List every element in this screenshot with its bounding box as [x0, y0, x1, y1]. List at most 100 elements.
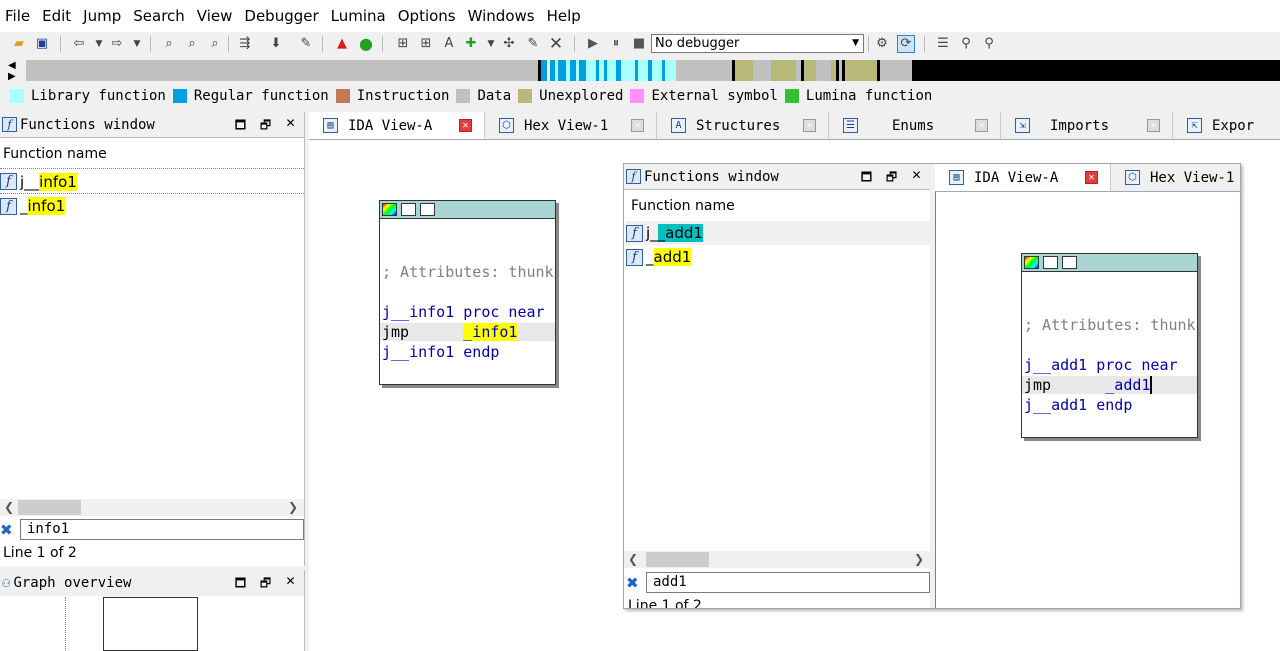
horizontal-scrollbar[interactable]: ❮ ❯	[0, 499, 304, 516]
scroll-right-icon[interactable]: ❯	[914, 551, 924, 568]
legend-swatch	[172, 89, 187, 103]
asm-line-current[interactable]: jmp _add1	[1022, 376, 1197, 394]
struct-icon[interactable]: ✣	[500, 35, 518, 53]
menu-help[interactable]: Help	[547, 7, 581, 25]
maximize-icon[interactable]: 🗖	[228, 574, 253, 595]
step-icon[interactable]: ⟳	[897, 35, 915, 53]
column-header-function-name[interactable]: Function name	[628, 198, 735, 214]
breakpoint-icon[interactable]: ⚲	[957, 35, 975, 53]
make-code-icon[interactable]: ⊞	[394, 35, 412, 53]
close-icon[interactable]: ✕	[904, 168, 929, 189]
close-icon[interactable]: ✕	[631, 119, 644, 132]
green-circle-icon[interactable]: ●	[357, 35, 375, 53]
menu-jump[interactable]: Jump	[83, 7, 121, 25]
legend-item: Data	[456, 88, 511, 104]
close-icon[interactable]: ✕	[459, 119, 472, 132]
delete-breakpoint-icon[interactable]: ⚲	[980, 35, 998, 53]
graph-overview-viewport[interactable]	[103, 597, 198, 651]
table-row[interactable]: f _ add1	[626, 245, 692, 269]
table-row[interactable]: f j__ info1	[0, 170, 304, 194]
tab-hex-view-1[interactable]: ⬡ Hex View-1	[1111, 164, 1240, 191]
group-icon[interactable]	[420, 203, 435, 216]
tab-enums[interactable]: ☰ Enums ✕	[829, 112, 1001, 139]
hex-view-icon: ⬡	[499, 118, 514, 133]
trace-icon[interactable]: ⚙	[873, 35, 891, 53]
group-icon[interactable]	[1062, 256, 1077, 269]
filter-input[interactable]: info1	[20, 519, 304, 540]
hex-view-icon: ⬡	[1125, 170, 1140, 185]
menu-windows[interactable]: Windows	[468, 7, 535, 25]
edit-node-icon[interactable]	[1043, 256, 1058, 269]
forward-dropdown-icon[interactable]: ▼	[128, 35, 146, 53]
jump-icon[interactable]: ⇶	[236, 35, 254, 53]
color-icon[interactable]	[382, 203, 397, 216]
back-icon[interactable]: ⇦	[70, 35, 88, 53]
pause-icon[interactable]: ⏸	[607, 35, 625, 53]
maximize-icon[interactable]: 🗖	[228, 116, 253, 137]
nav-left-icon[interactable]: ◀	[8, 60, 16, 71]
scroll-left-icon[interactable]: ❮	[4, 499, 14, 516]
tab-structures[interactable]: A Structures ✕	[657, 112, 829, 139]
close-icon[interactable]: ✕	[1085, 171, 1098, 184]
column-header-function-name[interactable]: Function name	[0, 146, 107, 162]
clear-filter-icon[interactable]: ✖	[0, 521, 13, 539]
debugger-select[interactable]: No debugger ▼	[651, 34, 864, 53]
back-dropdown-icon[interactable]: ▼	[90, 35, 108, 53]
list-icon[interactable]: ☰	[934, 35, 952, 53]
color-icon[interactable]	[1024, 256, 1039, 269]
table-row[interactable]: f _ info1	[0, 194, 66, 218]
close-icon[interactable]: ✕	[803, 119, 816, 132]
close-icon[interactable]: ✕	[278, 116, 303, 137]
filter-input[interactable]: add1	[646, 572, 930, 593]
tab-imports[interactable]: ⇲ Imports ✕	[1001, 112, 1173, 139]
tab-hex-view-1[interactable]: ⬡ Hex View-1 ✕	[485, 112, 657, 139]
binoculars-icon[interactable]: ⌕	[160, 35, 178, 53]
menu-edit[interactable]: Edit	[42, 7, 71, 25]
asm-line-current[interactable]: jmp _info1	[380, 323, 555, 341]
menu-options[interactable]: Options	[398, 7, 456, 25]
down-arrow-icon[interactable]: ⬇	[267, 35, 285, 53]
restore-icon[interactable]: 🗗	[879, 168, 904, 189]
menu-debugger[interactable]: Debugger	[244, 7, 318, 25]
forward-icon[interactable]: ⇨	[108, 35, 126, 53]
scroll-right-icon[interactable]: ❯	[288, 499, 298, 516]
edit-icon[interactable]: ✎	[524, 35, 542, 53]
maximize-icon[interactable]: 🗖	[854, 168, 879, 189]
graph-node[interactable]: ; Attributes: thunk j__info1 proc near j…	[379, 200, 556, 385]
close-icon[interactable]: ✕	[278, 574, 303, 595]
restore-icon[interactable]: 🗗	[253, 116, 278, 137]
clear-filter-icon[interactable]: ✖	[626, 574, 639, 592]
play-icon[interactable]: ▶	[584, 35, 602, 53]
add-icon[interactable]: ✚	[462, 35, 480, 53]
menu-lumina[interactable]: Lumina	[331, 7, 386, 25]
close-icon[interactable]: ✕	[975, 119, 988, 132]
search-text-icon[interactable]: ⌕	[183, 35, 201, 53]
search-binary-icon[interactable]: ⌕	[206, 35, 224, 53]
clear-icon[interactable]: ✎	[297, 35, 315, 53]
tab-ida-view-a[interactable]: ▤ IDA View-A ✕	[935, 164, 1111, 191]
nav-right-icon[interactable]: ▶	[8, 71, 16, 82]
table-row[interactable]: f j_ _add1	[626, 221, 930, 245]
add-dropdown-icon[interactable]: ▼	[482, 35, 500, 53]
close-icon[interactable]: ✕	[1147, 119, 1160, 132]
edit-node-icon[interactable]	[401, 203, 416, 216]
warning-icon[interactable]: ▲	[333, 35, 351, 53]
navigation-strip[interactable]	[26, 60, 1280, 81]
make-data-icon[interactable]: ⊞	[417, 35, 435, 53]
menu-view[interactable]: View	[197, 7, 233, 25]
legend-item: Instruction	[335, 88, 449, 104]
restore-icon[interactable]: 🗗	[253, 574, 278, 595]
make-string-icon[interactable]: A	[440, 35, 458, 53]
tab-exports[interactable]: ⇱ Expor	[1173, 112, 1280, 139]
menu-file[interactable]: File	[5, 7, 30, 25]
stop-icon[interactable]: ■	[630, 35, 648, 53]
open-icon[interactable]: ▰	[10, 35, 28, 53]
horizontal-scrollbar[interactable]: ❮ ❯	[624, 551, 930, 568]
scroll-left-icon[interactable]: ❮	[628, 551, 638, 568]
tab-ida-view-a[interactable]: ▤ IDA View-A ✕	[309, 112, 485, 139]
graph-node[interactable]: ; Attributes: thunk j__add1 proc near jm…	[1021, 253, 1198, 438]
menu-search[interactable]: Search	[133, 7, 185, 25]
undefine-icon[interactable]: ✕	[547, 35, 565, 53]
save-icon[interactable]: ▣	[33, 35, 51, 53]
legend-swatch	[335, 89, 350, 103]
